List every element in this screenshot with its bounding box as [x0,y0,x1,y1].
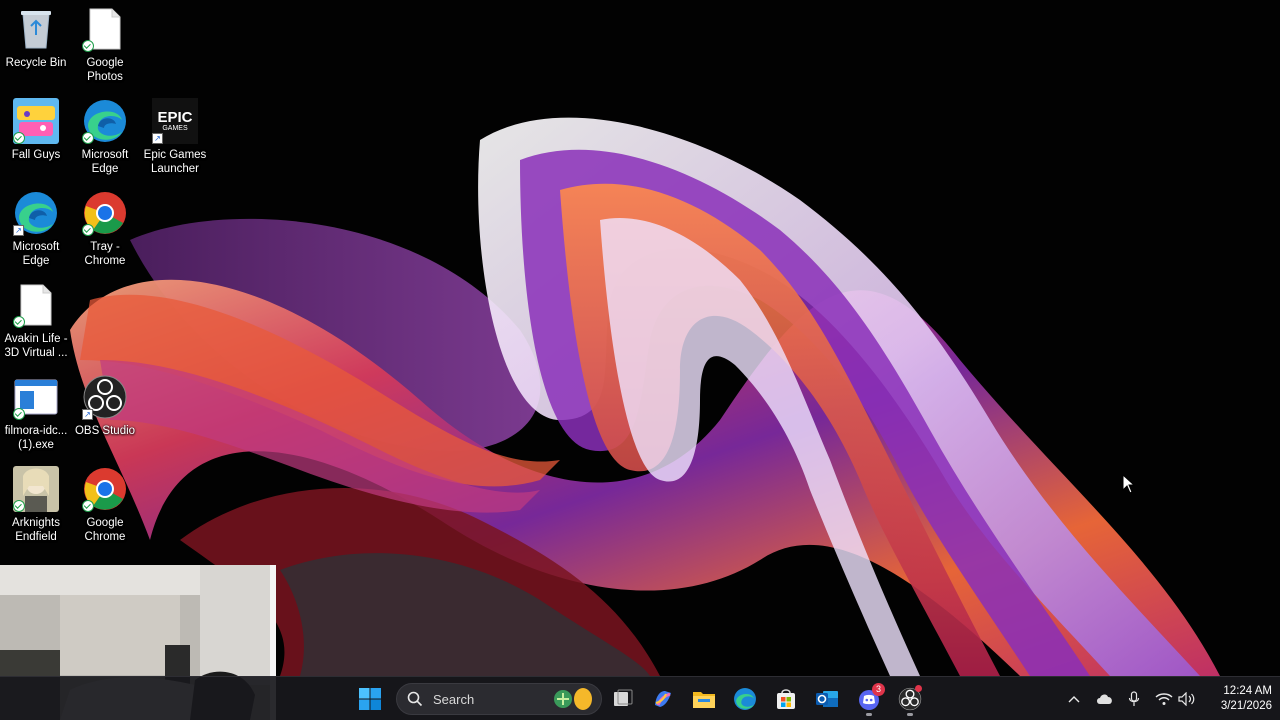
shortcut-arrow-icon: ↗ [152,133,163,144]
discord-button[interactable]: 3 [851,681,887,717]
desktop-icon-label: Avakin Life - 3D Virtual ... [4,333,68,359]
epic-logo-subtext: GAMES [162,124,188,132]
desktop-icon-recycle-bin[interactable]: Recycle Bin [0,6,72,70]
shortcut-arrow-icon: ↗ [82,409,93,420]
desktop-icon-label: filmora-idc... (1).exe [4,425,68,451]
taskbar-search-box[interactable]: Search [396,683,602,715]
epic-logo-text: EPIC [157,108,193,126]
sync-status-icon [13,500,25,512]
show-hidden-icons-button[interactable] [1064,689,1084,709]
network-tray-button[interactable] [1154,689,1174,709]
desktop-icon-obs-studio[interactable]: ↗ OBS Studio [69,374,141,438]
onedrive-tray-button[interactable] [1095,689,1115,709]
clock-date: 3/21/2026 [1220,700,1272,712]
outlook-icon [816,691,838,707]
desktop-icon-filmora-installer[interactable]: filmora-idc... (1).exe [0,374,72,452]
chrome-icon [82,190,128,236]
notification-badge: 3 [872,683,885,696]
arknights-icon [13,466,59,512]
copilot-icon [655,691,671,707]
desktop-icon-label: Epic Games Launcher [143,149,207,175]
running-indicator [907,713,913,716]
sync-status-icon [13,408,25,420]
desktop-icon-google-chrome[interactable]: Google Chrome [69,466,141,544]
blank-file-icon [82,6,128,52]
desktop-icon-arknights-endfield[interactable]: Arknights Endfield [0,466,72,544]
desktop-icon-label: OBS Studio [74,425,136,437]
installer-icon [13,374,59,420]
obs-icon: ↗ [82,374,128,420]
desktop-icon-label: Google Photos [86,57,124,83]
chrome-icon [82,466,128,512]
start-button[interactable] [352,681,388,717]
edge-icon [82,98,128,144]
desktop-icon-label: Microsoft Edge [81,149,129,175]
edge-taskbar-button[interactable] [727,681,763,717]
sync-status-icon [82,224,94,236]
volume-tray-button[interactable] [1177,689,1197,709]
sync-status-icon [13,316,25,328]
desktop-icon-fall-guys[interactable]: Fall Guys [0,98,72,162]
copilot-button[interactable] [645,681,681,717]
blank-file-icon [13,282,59,328]
search-highlight-icon [554,688,592,710]
running-indicator [866,713,872,716]
desktop-icon-avakin-life[interactable]: Avakin Life - 3D Virtual ... [0,282,72,360]
search-icon [407,691,423,707]
microphone-tray-button[interactable] [1124,689,1144,709]
outlook-button[interactable] [809,681,845,717]
edge-icon: ↗ [13,190,59,236]
volume-icon [1178,692,1195,706]
desktop-icon-label: Arknights Endfield [12,517,60,543]
task-view-button[interactable] [605,681,641,717]
microphone-icon [1128,691,1140,706]
fall-guys-icon [13,98,59,144]
desktop-icon-microsoft-edge[interactable]: Microsoft Edge [69,98,141,176]
recycle-bin-icon [13,6,59,52]
store-button[interactable] [768,681,804,717]
sync-status-icon [82,500,94,512]
desktop-icon-label: Google Chrome [84,517,126,543]
clock-time: 12:24 AM [1223,685,1272,697]
onedrive-cloud-icon [1097,694,1112,704]
taskbar: Search 3 12:24 AM 3/21/2026 [0,676,1280,720]
desktop-icon-label: Microsoft Edge [12,241,60,267]
windows-start-icon [359,688,381,710]
task-view-icon [614,689,633,706]
chevron-up-icon [1068,696,1080,703]
folder-icon [693,692,715,708]
desktop-icon-label: Recycle Bin [5,57,67,69]
shortcut-arrow-icon: ↗ [13,225,24,236]
wifi-icon [1155,693,1173,705]
sync-status-icon [82,40,94,52]
system-clock[interactable]: 12:24 AM 3/21/2026 [1200,684,1272,714]
desktop-icon-google-photos[interactable]: Google Photos [69,6,141,84]
edge-icon [734,688,756,710]
epic-games-icon: EPIC GAMES ↗ [152,98,198,144]
store-icon [777,689,795,709]
desktop-icon-microsoft-edge-2[interactable]: ↗ Microsoft Edge [0,190,72,268]
sync-status-icon [13,132,25,144]
obs-taskbar-button[interactable] [892,681,928,717]
search-label: Search [433,691,475,707]
desktop-icon-label: Fall Guys [11,149,61,161]
recording-indicator [915,685,922,692]
file-explorer-button[interactable] [686,681,722,717]
mouse-cursor-icon [1122,474,1136,494]
desktop-icon-tray-chrome[interactable]: Tray - Chrome [69,190,141,268]
desktop-icon-epic-games-launcher[interactable]: EPIC GAMES ↗ Epic Games Launcher [139,98,211,176]
sync-status-icon [82,132,94,144]
desktop-icon-label: Tray - Chrome [84,241,126,267]
